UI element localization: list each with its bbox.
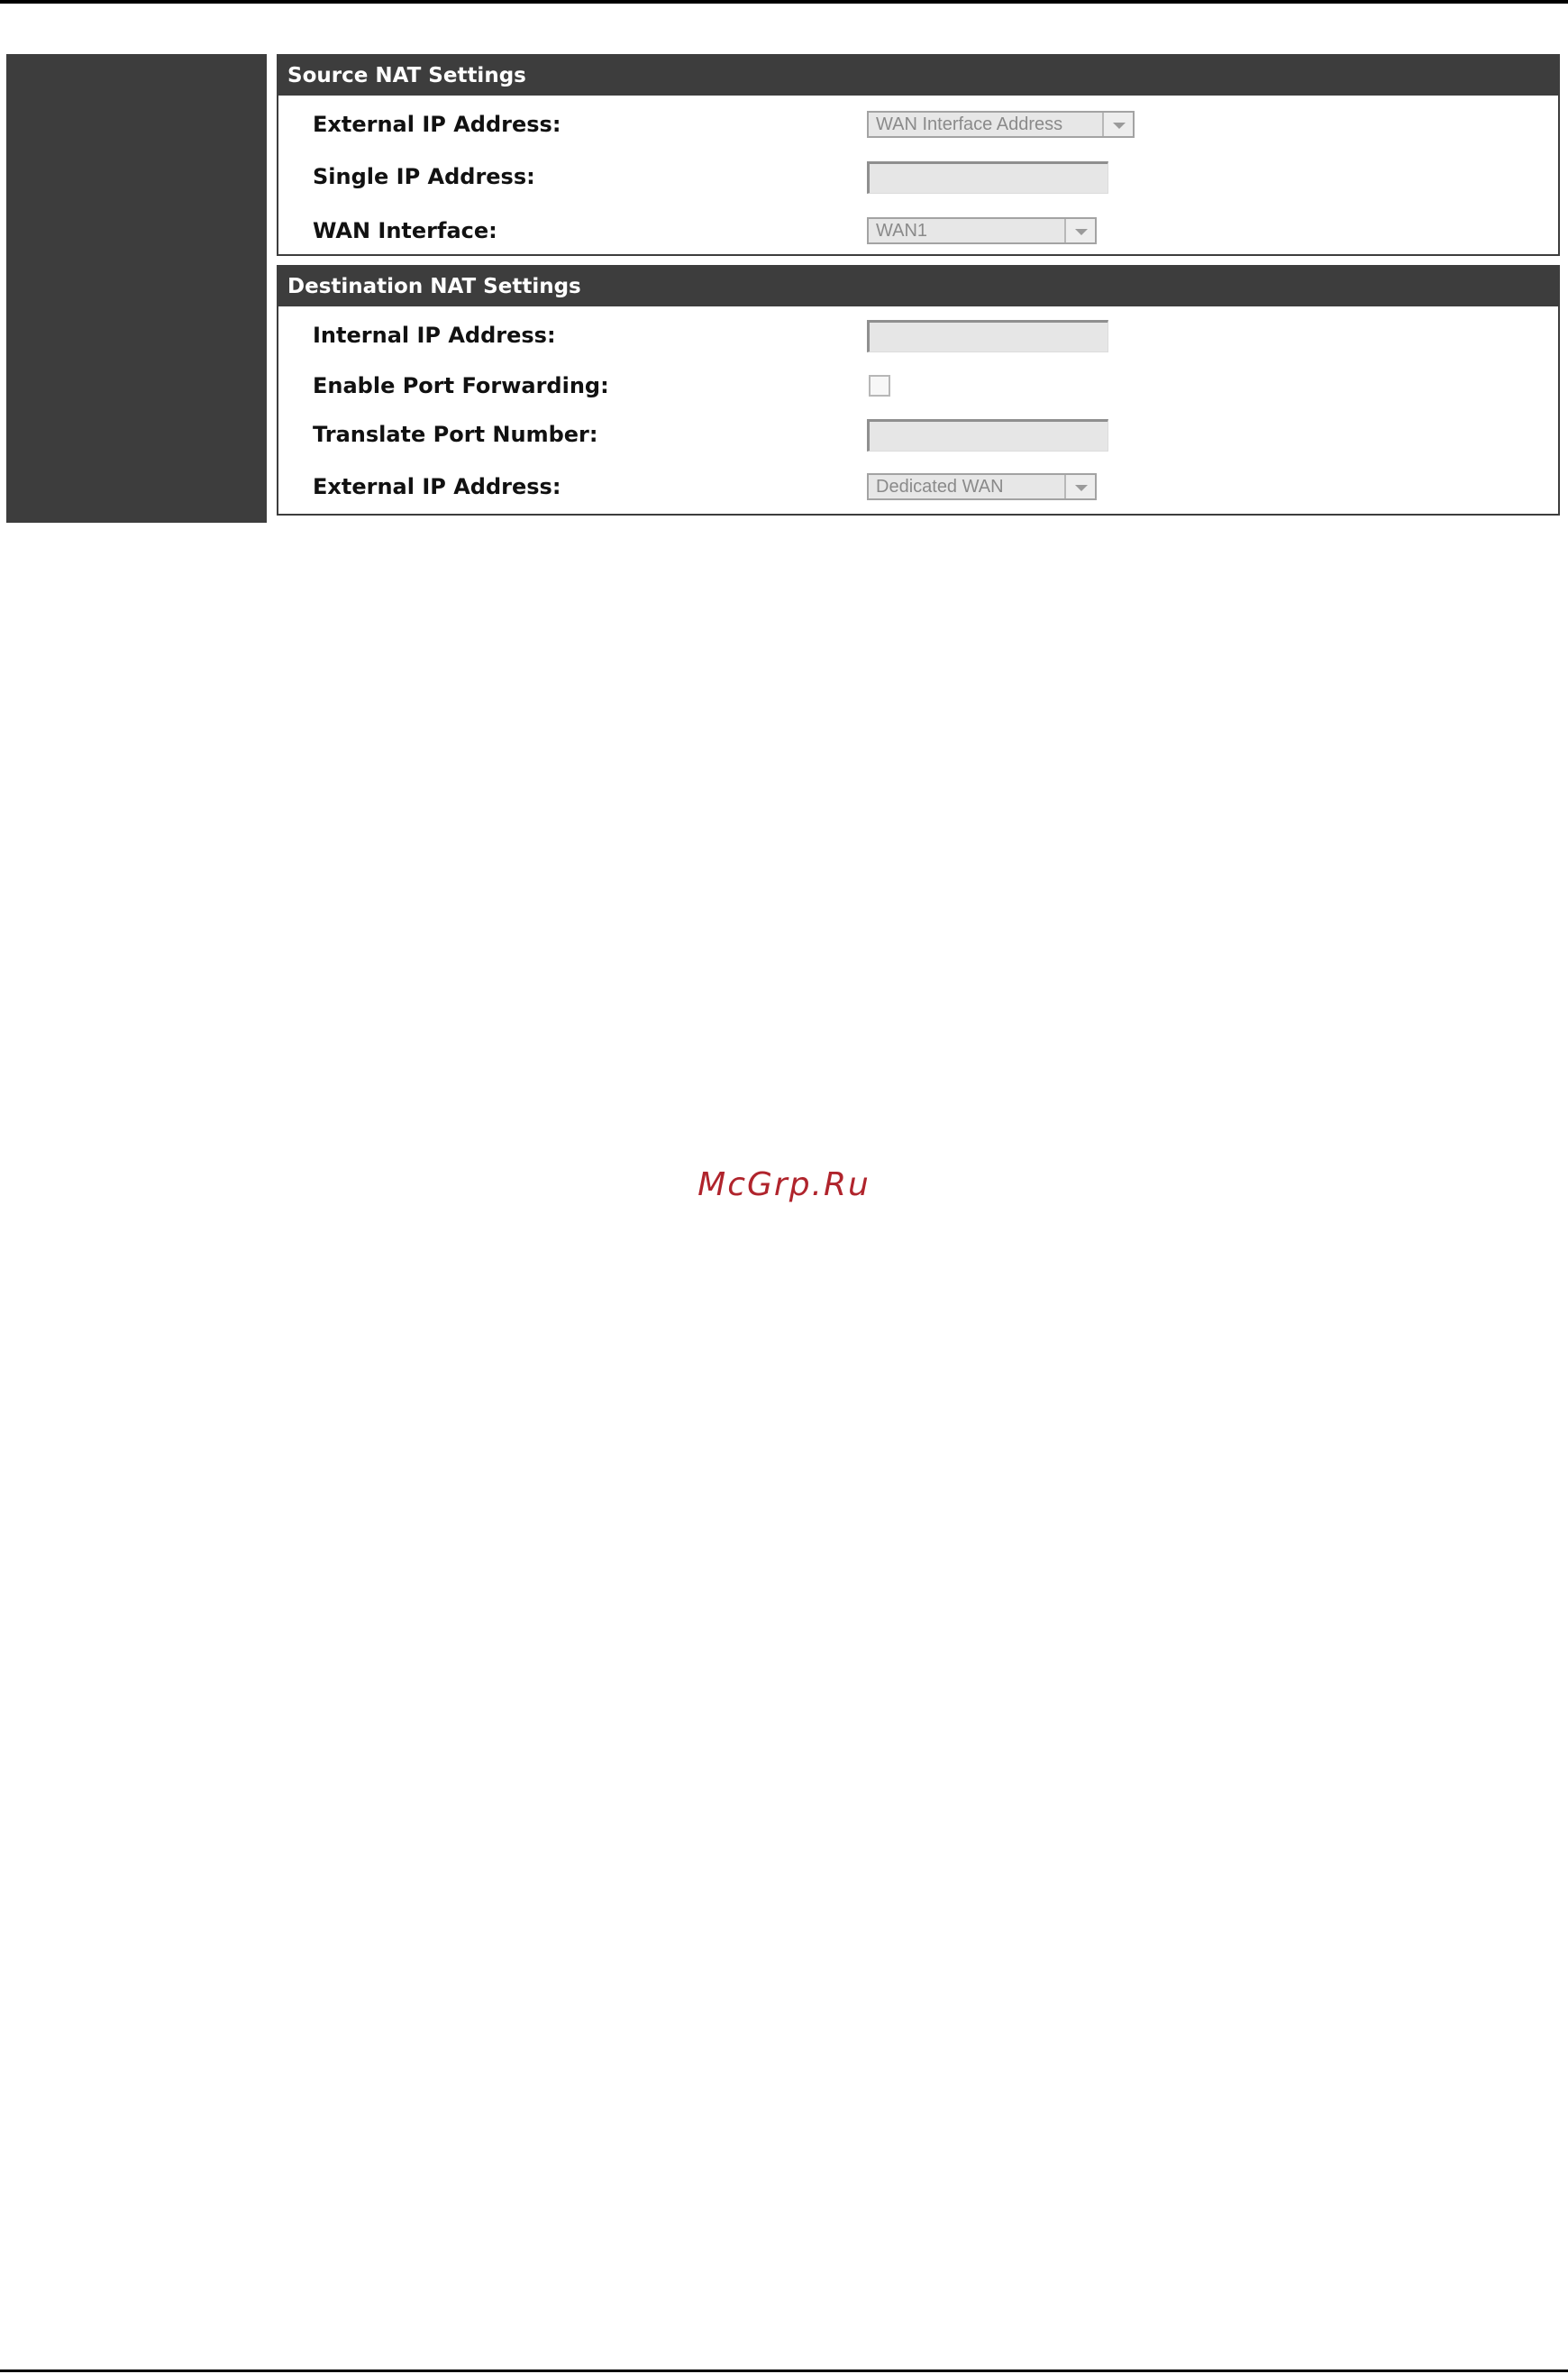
port-forwarding-label: Enable Port Forwarding: — [313, 373, 609, 398]
source-nat-header: Source NAT Settings — [278, 56, 1558, 96]
destination-nat-header: Destination NAT Settings — [278, 267, 1558, 306]
destination-external-ip-select[interactable]: Dedicated WAN — [867, 473, 1097, 500]
wan-interface-row: WAN Interface: WAN1 — [278, 213, 1558, 249]
single-ip-label: Single IP Address: — [313, 164, 535, 189]
source-external-ip-value: WAN Interface Address — [876, 114, 1063, 134]
source-nat-section: Source NAT Settings External IP Address:… — [277, 54, 1560, 256]
internal-ip-row: Internal IP Address: — [278, 317, 1558, 353]
translate-port-row: Translate Port Number: — [278, 416, 1558, 452]
source-external-ip-label: External IP Address: — [313, 112, 561, 137]
wan-interface-dropdown-button[interactable] — [1064, 219, 1095, 242]
source-external-ip-select[interactable]: WAN Interface Address — [867, 111, 1135, 138]
internal-ip-input[interactable] — [867, 320, 1108, 352]
translate-port-input[interactable] — [867, 419, 1108, 452]
wan-interface-label: WAN Interface: — [313, 218, 497, 243]
destination-external-ip-dropdown-button[interactable] — [1064, 475, 1095, 498]
source-external-ip-row: External IP Address: WAN Interface Addre… — [278, 106, 1558, 142]
port-forwarding-checkbox[interactable] — [869, 375, 890, 397]
destination-external-ip-label: External IP Address: — [313, 474, 561, 499]
single-ip-input[interactable] — [867, 161, 1108, 194]
bottom-rule — [0, 2369, 1568, 2372]
destination-external-ip-value: Dedicated WAN — [876, 477, 1004, 497]
port-forwarding-row: Enable Port Forwarding: — [278, 368, 1558, 404]
chevron-down-icon — [1075, 229, 1088, 235]
internal-ip-label: Internal IP Address: — [313, 323, 556, 348]
wan-interface-select[interactable]: WAN1 — [867, 217, 1097, 244]
chevron-down-icon — [1075, 485, 1088, 491]
single-ip-row: Single IP Address: — [278, 159, 1558, 195]
watermark: McGrp.Ru — [697, 1166, 871, 1203]
translate-port-label: Translate Port Number: — [313, 422, 598, 447]
left-nav-panel — [6, 54, 267, 523]
chevron-down-icon — [1113, 123, 1126, 129]
top-rule — [0, 0, 1568, 4]
destination-nat-section: Destination NAT Settings Internal IP Add… — [277, 265, 1560, 516]
source-external-ip-dropdown-button[interactable] — [1102, 113, 1133, 136]
destination-external-ip-row: External IP Address: Dedicated WAN — [278, 469, 1558, 505]
wan-interface-value: WAN1 — [876, 221, 928, 241]
